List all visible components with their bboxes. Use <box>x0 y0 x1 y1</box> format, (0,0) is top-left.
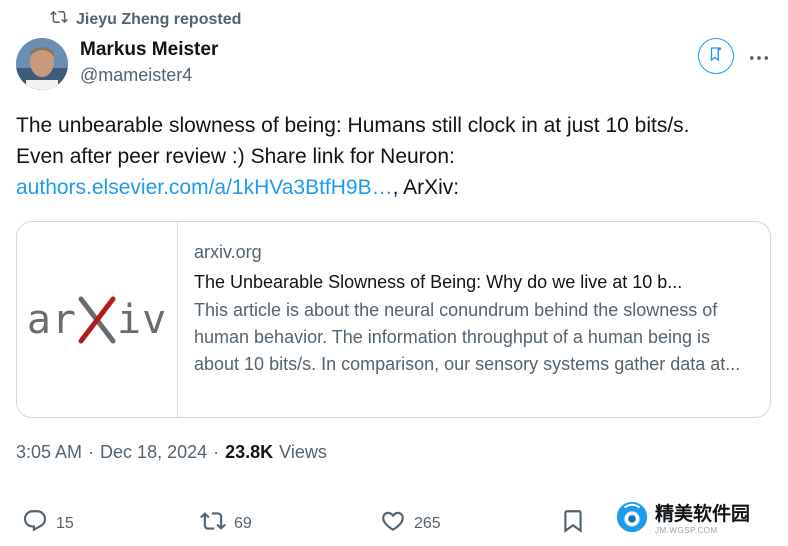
like-count: 265 <box>414 514 441 532</box>
watermark-logo-icon <box>615 500 649 539</box>
author-name[interactable]: Markus Meister <box>80 38 218 62</box>
tweet-text: The unbearable slowness of being: Humans… <box>16 110 776 203</box>
tweet-text-line-2: Even after peer review :) Share link for… <box>16 145 455 168</box>
repost-label: Jieyu Zheng reposted <box>76 10 242 28</box>
arxiv-logo-left: ar <box>26 296 77 343</box>
card-domain: arxiv.org <box>194 242 262 262</box>
card-description: This article is about the neural conundr… <box>194 300 741 374</box>
repost-header[interactable]: Jieyu Zheng reposted <box>50 8 241 31</box>
grok-button[interactable] <box>698 38 734 74</box>
bookmark-button[interactable] <box>560 508 586 539</box>
reply-button[interactable]: 15 <box>22 508 74 539</box>
views-count: 23.8K <box>225 442 274 462</box>
tweet-date[interactable]: Dec 18, 2024 <box>100 442 207 463</box>
repost-icon <box>50 8 68 31</box>
views-label: Views <box>279 442 327 462</box>
link-card[interactable]: ar iv arxiv.org The Unbearable Slowness … <box>16 221 771 418</box>
tweet-meta: 3:05 AM · Dec 18, 2024 · 23.8K Views <box>16 442 327 463</box>
card-title: The Unbearable Slowness of Being: Why do… <box>194 272 683 292</box>
bookmark-icon <box>560 508 586 539</box>
reply-icon <box>22 508 48 539</box>
watermark-subtitle: JM.WGSP.COM <box>655 526 718 535</box>
meta-separator: · <box>88 442 95 462</box>
heart-icon <box>380 508 406 539</box>
tweet-text-line-1: The unbearable slowness of being: Humans… <box>16 114 690 137</box>
repost-count: 69 <box>234 514 252 532</box>
tweet-text-arxiv: , ArXiv: <box>392 176 460 199</box>
author-handle[interactable]: @mameister4 <box>80 62 218 88</box>
more-icon <box>749 44 769 67</box>
tweet-time[interactable]: 3:05 AM <box>16 442 82 463</box>
meta-separator: · <box>213 442 220 462</box>
avatar[interactable] <box>16 38 68 90</box>
arxiv-logo: ar iv <box>27 295 167 345</box>
like-button[interactable]: 265 <box>380 508 441 539</box>
reply-count: 15 <box>56 514 74 532</box>
card-thumbnail: ar iv <box>17 222 178 417</box>
grok-icon <box>707 45 725 68</box>
repost-button[interactable]: 69 <box>200 508 252 539</box>
card-body: arxiv.org The Unbearable Slowness of Bei… <box>178 222 770 417</box>
watermark: 精美软件园 JM.WGSP.COM <box>615 500 750 539</box>
watermark-title: 精美软件园 <box>655 504 751 525</box>
author-block[interactable]: Markus Meister @mameister4 <box>80 38 218 88</box>
neuron-link[interactable]: authors.elsevier.com/a/1kHVa3BtfH9B… <box>16 176 393 199</box>
tweet-text-line-3: authors.elsevier.com/a/1kHVa3BtfH9B…, Ar… <box>16 172 776 203</box>
repost-icon <box>200 508 226 539</box>
arxiv-logo-right: iv <box>117 296 168 343</box>
more-options-button[interactable] <box>748 44 770 66</box>
watermark-text: 精美软件园 JM.WGSP.COM <box>655 504 750 535</box>
arxiv-x-icon <box>77 295 117 345</box>
